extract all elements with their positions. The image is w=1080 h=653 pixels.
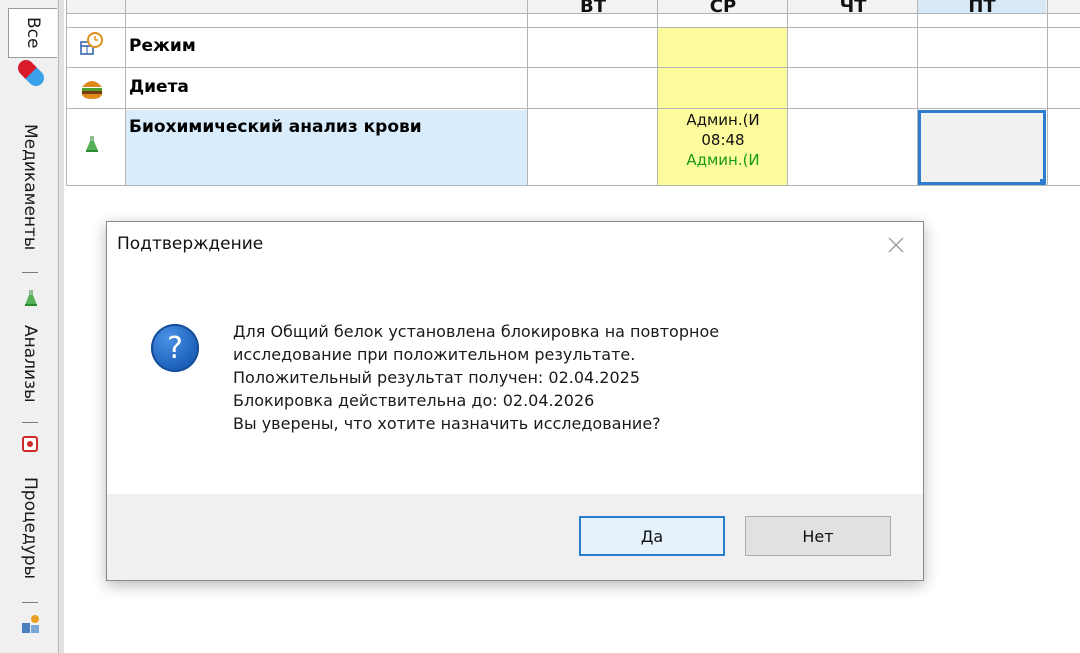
flask-icon xyxy=(25,290,37,306)
prescription-entry[interactable]: Админ.(И 08:48 Админ.(И xyxy=(658,110,788,170)
tab-separator xyxy=(22,422,38,423)
tab-separator xyxy=(22,272,38,273)
message-line: Для Общий белок установлена блокировка н… xyxy=(233,322,720,341)
question-icon: ? xyxy=(151,324,199,372)
flask-icon xyxy=(86,136,98,152)
user-clock-icon[interactable] xyxy=(20,613,42,635)
yes-button[interactable]: Да xyxy=(579,516,725,556)
dialog-footer: Да Нет xyxy=(107,494,923,580)
message-line: Блокировка действительна до: 02.04.2026 xyxy=(233,391,595,410)
day-header-tue: ВТ xyxy=(580,0,606,14)
message-line: исследование при положительном результат… xyxy=(233,345,636,364)
tab-medications-label: Медикаменты xyxy=(20,123,40,251)
prescription-grid: ВТ СР ЧТ ПТ Режим Диета Биохимический ан… xyxy=(66,0,1080,186)
dialog-message: Для Общий белок установлена блокировка н… xyxy=(233,320,719,435)
burger-icon xyxy=(82,81,102,99)
tab-all[interactable]: Все xyxy=(8,8,57,58)
dialog-title: Подтверждение xyxy=(117,234,264,254)
focused-cell[interactable] xyxy=(918,110,1046,185)
entry-executor: Админ.(И xyxy=(686,151,760,169)
entry-time: 08:48 xyxy=(701,131,745,149)
pill-icon xyxy=(14,56,48,90)
procedure-icon xyxy=(22,436,38,452)
side-strip-edge xyxy=(58,0,64,653)
tab-analyses-label: Анализы xyxy=(20,325,40,403)
day-header-thu: ЧТ xyxy=(839,0,867,14)
schedule-clock-icon xyxy=(80,32,103,55)
no-button[interactable]: Нет xyxy=(745,516,891,556)
row-name-biochem: Биохимический анализ крови xyxy=(129,117,422,137)
tab-procedures-label: Процедуры xyxy=(20,476,40,580)
tab-medications[interactable]: Медикаменты xyxy=(12,112,48,262)
day-header-wed: СР xyxy=(709,0,737,14)
message-line: Вы уверены, что хотите назначить исследо… xyxy=(233,414,661,433)
tab-all-label: Все xyxy=(23,17,43,49)
day-header-fri: ПТ xyxy=(968,0,996,14)
close-icon[interactable] xyxy=(885,234,907,256)
side-tab-strip: Все Медикаменты Анализы Процедуры xyxy=(0,0,64,653)
confirmation-dialog: Подтверждение ? Для Общий белок установл… xyxy=(106,221,924,581)
tab-separator xyxy=(22,602,38,603)
message-line: Положительный результат получен: 02.04.2… xyxy=(233,368,640,387)
tab-analyses[interactable]: Анализы xyxy=(12,316,48,412)
tab-procedures[interactable]: Процедуры xyxy=(12,462,48,594)
entry-author: Админ.(И xyxy=(686,111,760,129)
row-name-diet: Диета xyxy=(129,77,189,97)
row-name-regime: Режим xyxy=(129,36,196,56)
